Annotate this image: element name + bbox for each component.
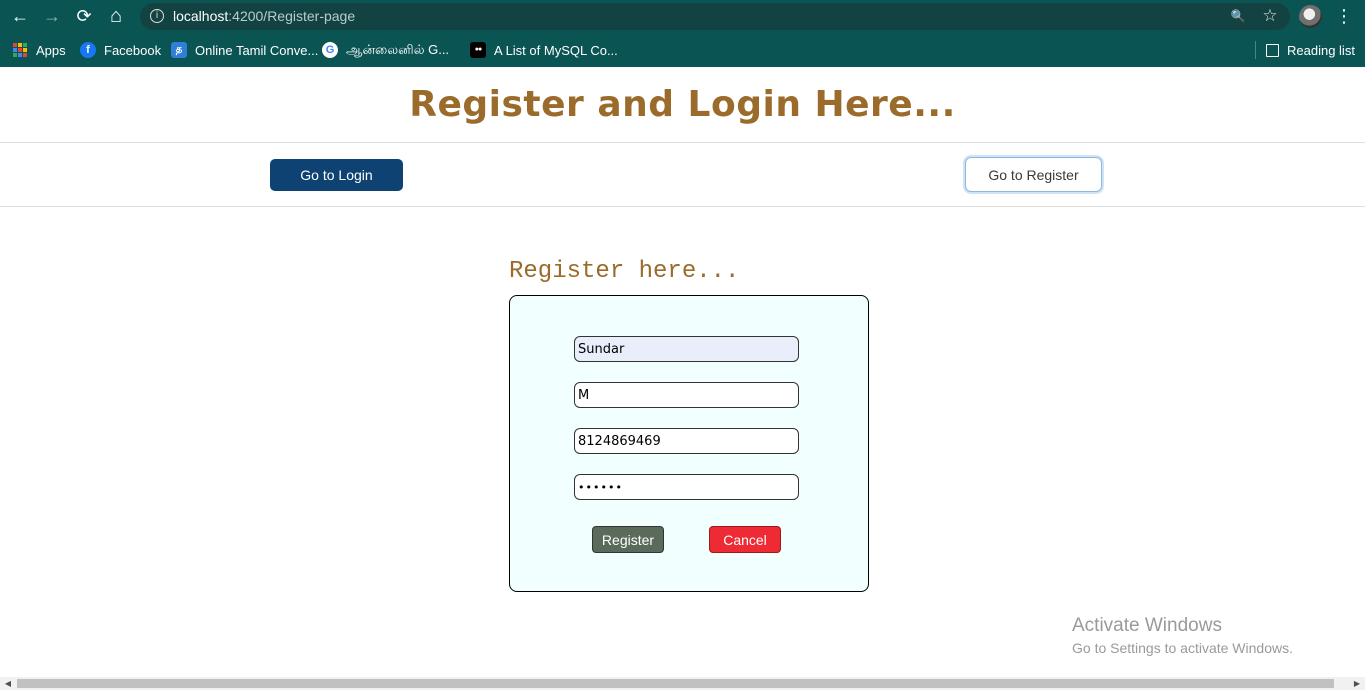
profile-avatar[interactable] <box>1299 5 1322 28</box>
watermark-subtitle: Go to Settings to activate Windows. <box>1072 640 1293 656</box>
url-text[interactable]: localhost:4200/Register-page <box>173 8 355 24</box>
register-form: Register Cancel <box>509 295 869 592</box>
bookmarks-divider <box>1255 41 1256 59</box>
watermark-title: Activate Windows <box>1072 615 1222 636</box>
star-icon[interactable]: ☆ <box>1261 7 1279 25</box>
phone-input[interactable] <box>574 428 799 454</box>
scrollbar-thumb[interactable] <box>17 679 1334 688</box>
go-to-register-button[interactable]: Go to Register <box>965 157 1102 192</box>
bookmark-label: ஆன்லைனில் G... <box>346 41 450 57</box>
bookmark-google-tamil[interactable]: G ஆன்லைனில் G... <box>322 40 449 60</box>
scroll-right-icon[interactable]: ▶ <box>1351 677 1363 690</box>
password-input[interactable] <box>574 474 799 500</box>
bookmark-mysql-list[interactable]: ●● A List of MySQL Co... <box>470 40 618 60</box>
bookmark-online-tamil[interactable]: த Online Tamil Conve... <box>171 40 318 60</box>
bookmark-label: Apps <box>36 42 66 58</box>
bookmarks-bar: Apps f Facebook த Online Tamil Conve... … <box>0 33 1365 67</box>
register-button[interactable]: Register <box>592 526 664 553</box>
reading-list-label: Reading list <box>1287 42 1355 58</box>
bookmark-label: A List of MySQL Co... <box>494 42 618 58</box>
info-icon[interactable]: i <box>150 9 164 23</box>
forward-arrow-icon[interactable]: → <box>40 5 64 27</box>
scroll-left-icon[interactable]: ◀ <box>2 677 14 690</box>
url-host: localhost <box>173 8 229 24</box>
bookmark-apps[interactable]: Apps <box>13 40 66 60</box>
windows-activation-watermark: Activate Windows Go to Settings to activ… <box>1072 615 1293 656</box>
reading-list[interactable]: Reading list <box>1266 40 1355 60</box>
bookmark-label: Facebook <box>104 42 162 58</box>
tamil-converter-icon: த <box>171 42 187 58</box>
facebook-icon: f <box>80 42 96 58</box>
bookmark-label: Online Tamil Conve... <box>195 42 319 58</box>
divider <box>0 206 1365 207</box>
back-arrow-icon[interactable]: ← <box>8 5 32 27</box>
apps-grid-icon <box>13 43 27 57</box>
browser-toolbar: ← → ⟳ ⌂ i localhost:4200/Register-page 🔍… <box>0 0 1365 33</box>
browser-menu-icon[interactable]: ⋮ <box>1335 6 1353 28</box>
go-to-login-button[interactable]: Go to Login <box>270 159 403 191</box>
register-heading: Register here... <box>509 258 740 285</box>
zoom-icon[interactable]: 🔍 <box>1229 7 1247 25</box>
url-path: :4200/Register-page <box>228 8 356 24</box>
google-icon: G <box>322 42 338 58</box>
divider <box>0 142 1365 143</box>
cancel-button[interactable]: Cancel <box>709 526 781 553</box>
first-name-input[interactable] <box>574 336 799 362</box>
last-name-input[interactable] <box>574 382 799 408</box>
page-title: Register and Login Here... <box>409 84 956 125</box>
reload-icon[interactable]: ⟳ <box>72 5 96 27</box>
address-bar[interactable]: i localhost:4200/Register-page 🔍 ☆ <box>140 3 1290 30</box>
bookmark-facebook[interactable]: f Facebook <box>80 40 161 60</box>
horizontal-scrollbar[interactable]: ◀ ▶ <box>0 677 1365 690</box>
medium-icon: ●● <box>470 42 486 58</box>
reading-list-icon <box>1266 43 1279 57</box>
home-icon[interactable]: ⌂ <box>104 5 128 27</box>
